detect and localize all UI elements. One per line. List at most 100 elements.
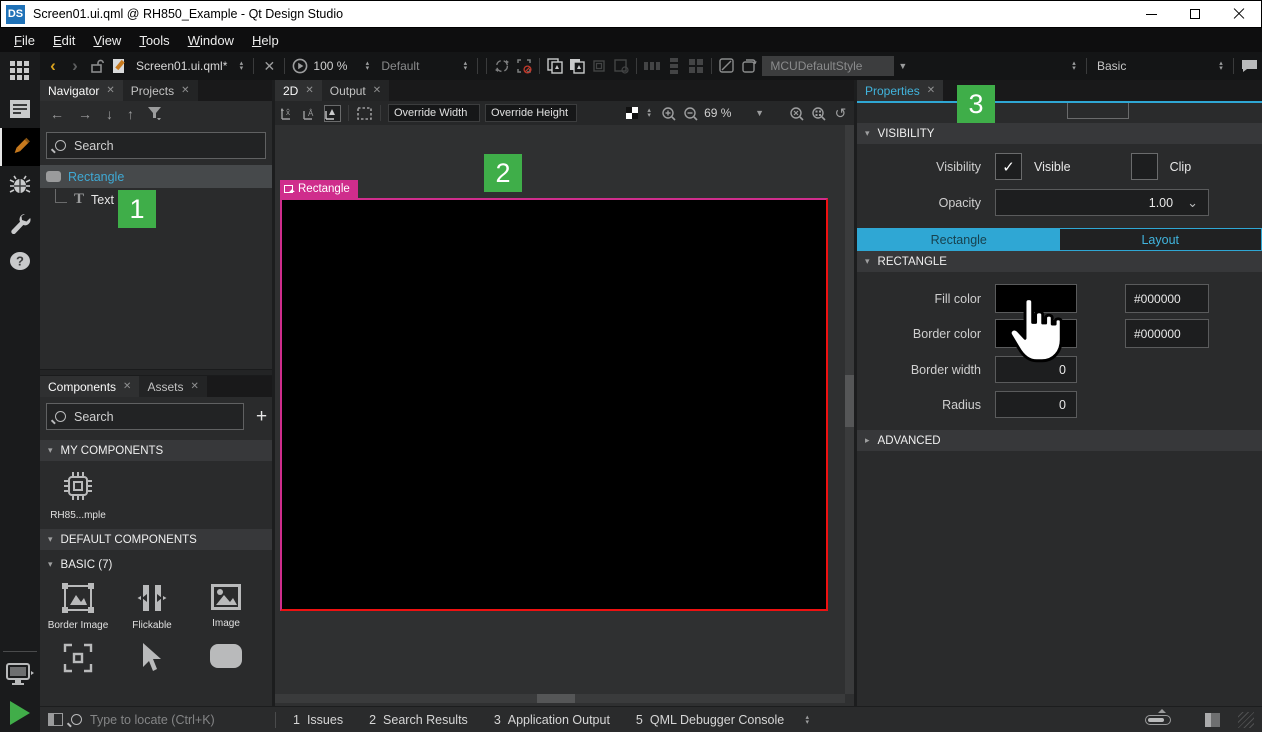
selection-tag[interactable]: Rectangle bbox=[280, 180, 358, 198]
minimize-button[interactable] bbox=[1129, 1, 1173, 27]
current-document[interactable]: Screen01.ui.qml* bbox=[136, 59, 227, 73]
add-module-button[interactable]: + bbox=[250, 407, 272, 426]
clone-outline-icon[interactable] bbox=[590, 57, 608, 75]
section-my-components[interactable]: ▾ MY COMPONENTS bbox=[40, 440, 272, 461]
tab-close-icon[interactable]: ✕ bbox=[106, 85, 114, 96]
zoom-selection-icon[interactable] bbox=[788, 105, 805, 122]
document-spinner[interactable]: ▴▾ bbox=[235, 61, 247, 71]
background-spinner[interactable]: ▴▾ bbox=[643, 108, 655, 118]
style-dropdown-icon[interactable]: ▼ bbox=[898, 61, 907, 71]
design-mode-button[interactable] bbox=[0, 128, 40, 166]
reset-view-icon[interactable]: ↺ bbox=[832, 105, 849, 122]
menu-tools[interactable]: Tools bbox=[131, 31, 177, 50]
projects-mode-button[interactable] bbox=[0, 204, 40, 242]
style-selector[interactable]: MCUDefaultStyle bbox=[762, 56, 894, 76]
back-button[interactable]: ‹ bbox=[44, 57, 62, 75]
nav-move-down-icon[interactable]: ↓ bbox=[106, 106, 113, 122]
tab-navigator[interactable]: Navigator ✕ bbox=[40, 80, 123, 101]
section-advanced[interactable]: ▸ ADVANCED bbox=[857, 430, 1262, 451]
lock-icon[interactable] bbox=[88, 57, 106, 75]
no-snapping-icon[interactable]: x̂ bbox=[280, 105, 297, 122]
menu-window[interactable]: Window bbox=[180, 31, 242, 50]
radius-field[interactable]: 0 bbox=[995, 391, 1077, 418]
tab-properties[interactable]: Properties ✕ bbox=[857, 80, 943, 101]
menu-file[interactable]: File bbox=[6, 31, 43, 50]
border-color-hex-field[interactable]: #000000 bbox=[1125, 319, 1209, 348]
zoom-dropdown-icon[interactable]: ▼ bbox=[755, 108, 764, 118]
components-search[interactable] bbox=[46, 403, 244, 430]
canvas-vscrollbar[interactable] bbox=[845, 125, 854, 694]
panes-spinner[interactable]: ▴▾ bbox=[801, 715, 813, 725]
menu-help[interactable]: Help bbox=[244, 31, 287, 50]
rectangle-item[interactable] bbox=[280, 198, 828, 611]
resize-grip[interactable] bbox=[1238, 712, 1254, 728]
target-spinner[interactable]: ▴▾ bbox=[459, 61, 471, 71]
component-image[interactable]: Image bbox=[196, 583, 256, 631]
component-item[interactable] bbox=[48, 643, 108, 673]
component-mouse-area[interactable] bbox=[122, 643, 182, 673]
feedback-icon[interactable] bbox=[1240, 57, 1258, 75]
component-rh850-example[interactable]: RH85...mple bbox=[48, 469, 108, 521]
snapping-anchors-icon[interactable]: Â bbox=[302, 105, 319, 122]
grid-layout-icon[interactable] bbox=[687, 57, 705, 75]
visible-checkbox[interactable]: ✓ bbox=[995, 153, 1022, 180]
preview-zoom-spinner[interactable]: ▴▾ bbox=[361, 61, 373, 71]
right-sidebar-toggle-icon[interactable] bbox=[1205, 713, 1220, 727]
pane-application-output[interactable]: 3 Application Output bbox=[485, 713, 619, 727]
tab-close-icon[interactable]: ✕ bbox=[927, 85, 935, 96]
component-rectangle[interactable] bbox=[196, 643, 256, 673]
background-color-icon[interactable] bbox=[626, 107, 638, 119]
forward-button[interactable]: › bbox=[66, 57, 84, 75]
style-spinner[interactable]: ▴▾ bbox=[1068, 61, 1080, 71]
canvas-zoom-value[interactable]: 69 % bbox=[704, 106, 750, 120]
tree-item-text[interactable]: T Text bbox=[40, 188, 272, 211]
clip-checkbox[interactable] bbox=[1131, 153, 1158, 180]
kit-combo[interactable]: Basic bbox=[1093, 59, 1211, 73]
show-bounds-icon[interactable] bbox=[356, 105, 373, 122]
tab-projects[interactable]: Projects ✕ bbox=[123, 80, 198, 101]
tab-components[interactable]: Components ✕ bbox=[40, 376, 139, 397]
merge-template-icon[interactable] bbox=[546, 57, 564, 75]
help-mode-button[interactable]: ? bbox=[0, 242, 40, 280]
tab-close-icon[interactable]: ✕ bbox=[190, 381, 198, 392]
rotate-item-icon[interactable] bbox=[740, 57, 758, 75]
nav-move-up-icon[interactable]: ↑ bbox=[127, 106, 134, 122]
nav-right-icon[interactable]: → bbox=[78, 106, 92, 122]
tab-output[interactable]: Output ✕ bbox=[322, 80, 389, 101]
sync-icon[interactable] bbox=[493, 57, 511, 75]
canvas-hscrollbar[interactable] bbox=[275, 694, 845, 703]
close-button[interactable] bbox=[1217, 1, 1261, 27]
zoom-in-icon[interactable] bbox=[660, 105, 677, 122]
section-visibility[interactable]: ▾ VISIBILITY bbox=[857, 123, 1262, 144]
sidebar-toggle-icon[interactable] bbox=[48, 713, 63, 726]
clone-badge-icon[interactable] bbox=[612, 57, 630, 75]
menu-view[interactable]: View bbox=[85, 31, 129, 50]
zoom-out-icon[interactable] bbox=[682, 105, 699, 122]
components-search-input[interactable] bbox=[74, 410, 235, 424]
tab-assets[interactable]: Assets ✕ bbox=[139, 376, 206, 397]
tab-close-icon[interactable]: ✕ bbox=[123, 381, 131, 392]
kit-selector-button[interactable] bbox=[0, 656, 40, 694]
column-layout-icon[interactable] bbox=[665, 57, 683, 75]
row-layout-icon[interactable] bbox=[643, 57, 661, 75]
build-progress-icon[interactable] bbox=[1145, 715, 1171, 725]
navigator-search-input[interactable] bbox=[74, 139, 257, 153]
design-canvas[interactable]: Rectangle bbox=[275, 125, 854, 706]
run-preview-icon[interactable] bbox=[291, 57, 309, 75]
locator-input[interactable] bbox=[90, 713, 267, 727]
override-height-input[interactable] bbox=[485, 104, 577, 122]
preview-zoom-value[interactable]: 100 % bbox=[313, 59, 357, 73]
duplicate-down-icon[interactable] bbox=[568, 57, 586, 75]
edit-mode-button[interactable] bbox=[0, 90, 40, 128]
vscroll-thumb[interactable] bbox=[845, 375, 854, 427]
override-width-input[interactable] bbox=[388, 104, 480, 122]
section-rectangle[interactable]: ▾ RECTANGLE bbox=[857, 251, 1262, 272]
pane-search-results[interactable]: 2 Search Results bbox=[360, 713, 477, 727]
component-border-image[interactable]: Border Image bbox=[48, 583, 108, 631]
snapping-icon[interactable] bbox=[324, 105, 341, 122]
hscroll-thumb[interactable] bbox=[537, 694, 575, 703]
export-disabled-icon[interactable] bbox=[515, 57, 533, 75]
menu-edit[interactable]: Edit bbox=[45, 31, 83, 50]
welcome-mode-button[interactable] bbox=[0, 52, 40, 90]
run-button[interactable] bbox=[0, 694, 40, 732]
